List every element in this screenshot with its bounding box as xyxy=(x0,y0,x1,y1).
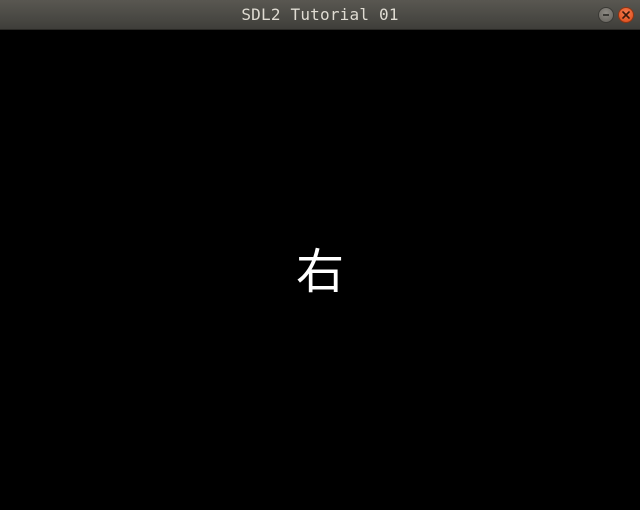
minimize-button[interactable] xyxy=(598,7,614,23)
close-button[interactable] xyxy=(618,7,634,23)
close-icon xyxy=(622,11,630,19)
minimize-icon xyxy=(603,14,609,16)
window-title: SDL2 Tutorial 01 xyxy=(241,5,399,24)
titlebar[interactable]: SDL2 Tutorial 01 xyxy=(0,0,640,30)
render-canvas[interactable]: 右 xyxy=(0,30,640,510)
rendered-character: 右 xyxy=(295,244,344,300)
app-window: SDL2 Tutorial 01 右 xyxy=(0,0,640,510)
